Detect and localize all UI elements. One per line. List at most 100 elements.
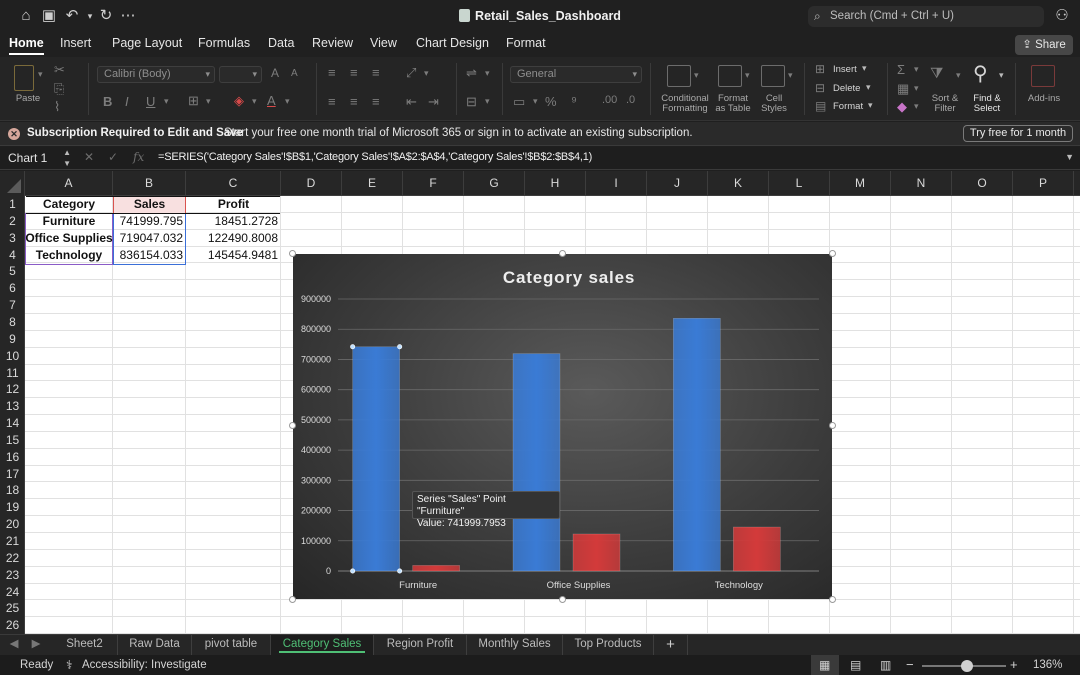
increase-decimal-icon[interactable]: .00	[602, 94, 617, 106]
resize-handle[interactable]	[289, 250, 296, 257]
profit-cell[interactable]: 122490.8008	[186, 230, 281, 247]
grow-font-icon[interactable]: A	[271, 66, 279, 80]
percent-style-icon[interactable]: %	[545, 94, 557, 109]
align-bottom-icon[interactable]: ≡	[372, 65, 380, 80]
row-header-17[interactable]: 17	[0, 466, 25, 483]
delete-dropdown-icon[interactable]: ▾	[866, 82, 871, 93]
row-header-5[interactable]: 5	[0, 263, 25, 280]
align-left-icon[interactable]: ≡	[328, 94, 336, 109]
autosum-icon[interactable]: Σ	[897, 62, 905, 77]
cut-icon[interactable]: ✂	[54, 62, 65, 78]
profit-cell[interactable]: 18451.2728	[186, 213, 281, 230]
profit-bar[interactable]	[572, 533, 621, 572]
find-select-dropdown-icon[interactable]: ▾	[999, 70, 1004, 81]
column-header-g[interactable]: G	[464, 171, 525, 196]
tab-data[interactable]: Data	[268, 36, 294, 50]
resize-handle[interactable]	[289, 596, 296, 603]
column-header-b[interactable]: B	[113, 171, 186, 196]
column-header-a[interactable]: A	[25, 171, 113, 196]
column-header-c[interactable]: C	[186, 171, 281, 196]
column-header-h[interactable]: H	[525, 171, 586, 196]
borders-icon[interactable]: ⊞	[188, 93, 199, 109]
row-header-10[interactable]: 10	[0, 348, 25, 365]
cancel-icon[interactable]: ✕	[84, 150, 94, 164]
sales-cell[interactable]: 836154.033	[113, 247, 186, 264]
orientation-icon[interactable]: ⤢	[406, 65, 416, 81]
align-middle-icon[interactable]: ≡	[350, 65, 358, 80]
underline-dropdown-icon[interactable]: ▾	[164, 96, 169, 107]
resize-handle[interactable]	[559, 250, 566, 257]
wrap-text-dropdown-icon[interactable]: ▾	[485, 68, 490, 79]
format-painter-icon[interactable]: ⌇	[54, 99, 60, 115]
sort-filter-dropdown-icon[interactable]: ▾	[956, 70, 961, 81]
fill-dropdown-icon[interactable]: ▾	[914, 83, 919, 94]
merge-dropdown-icon[interactable]: ▾	[485, 96, 490, 107]
tab-home[interactable]: Home	[9, 36, 44, 55]
next-sheet-icon[interactable]: ▶	[26, 635, 46, 655]
sales-cell[interactable]: 741999.795	[113, 213, 186, 230]
align-right-icon[interactable]: ≡	[372, 94, 380, 109]
insert-cells-button[interactable]: Insert	[833, 65, 857, 75]
row-header-26[interactable]: 26	[0, 617, 25, 634]
stepper-icon[interactable]: ▲ ▼	[63, 147, 71, 169]
row-header-1[interactable]: 1	[0, 196, 25, 213]
resize-handle[interactable]	[289, 422, 296, 429]
sales-bar[interactable]	[352, 346, 400, 572]
number-format-dropdown[interactable]: General ▾	[510, 66, 642, 83]
tab-page-layout[interactable]: Page Layout	[112, 36, 182, 50]
column-header-e[interactable]: E	[342, 171, 403, 196]
sheet-tab-category-sales[interactable]: Category Sales	[271, 635, 374, 655]
tab-formulas[interactable]: Formulas	[198, 36, 250, 50]
row-header-4[interactable]: 4	[0, 247, 25, 264]
copy-icon[interactable]: ⎘	[54, 81, 64, 97]
account-icon[interactable]: ⚇	[1054, 8, 1070, 24]
formula-input[interactable]: =SERIES('Category Sales'!$B$1,'Category …	[158, 151, 592, 163]
row-header-2[interactable]: 2	[0, 213, 25, 230]
font-size-dropdown[interactable]: ▾	[219, 66, 262, 83]
clear-dropdown-icon[interactable]: ▾	[914, 101, 919, 112]
paste-icon[interactable]	[14, 65, 34, 91]
sheet-tab-region-profit[interactable]: Region Profit	[374, 635, 467, 655]
category-sales-chart[interactable]: Category sales 0 100000 200000 300000 400000 5…	[293, 254, 832, 599]
close-circle-icon[interactable]: ✕	[8, 128, 20, 140]
format-dropdown-icon[interactable]: ▾	[868, 100, 873, 111]
insert-cells-icon[interactable]: ⊞	[815, 62, 825, 76]
category-cell[interactable]: Furniture	[25, 213, 113, 230]
cell-styles-icon[interactable]	[761, 65, 785, 87]
italic-button[interactable]: I	[125, 94, 129, 109]
header-cell[interactable]: Category	[25, 196, 113, 213]
sheet-tab-sheet2[interactable]: Sheet2	[52, 635, 118, 655]
sales-cell[interactable]: 719047.032	[113, 230, 186, 247]
enter-icon[interactable]: ✓	[108, 150, 118, 164]
tab-view[interactable]: View	[370, 36, 397, 50]
search-box[interactable]: ⌕ Search (Cmd + Ctrl + U)	[808, 6, 1044, 27]
sales-bar[interactable]	[512, 353, 561, 572]
fill-icon[interactable]: ▦	[897, 81, 909, 97]
column-header-k[interactable]: K	[708, 171, 769, 196]
row-header-12[interactable]: 12	[0, 381, 25, 398]
zoom-slider-thumb[interactable]	[961, 660, 973, 672]
row-header-3[interactable]: 3	[0, 230, 25, 247]
format-as-table-dropdown-icon[interactable]: ▾	[745, 70, 750, 81]
page-break-view-icon[interactable]: ▥	[880, 658, 891, 672]
row-header-14[interactable]: 14	[0, 415, 25, 432]
row-header-24[interactable]: 24	[0, 584, 25, 601]
row-header-6[interactable]: 6	[0, 280, 25, 297]
find-select-icon[interactable]: ⚲	[973, 61, 988, 86]
expand-formula-icon[interactable]: ▼	[1065, 152, 1074, 162]
row-header-9[interactable]: 9	[0, 331, 25, 348]
row-header-7[interactable]: 7	[0, 297, 25, 314]
borders-dropdown-icon[interactable]: ▾	[206, 96, 211, 107]
header-cell[interactable]: Sales	[113, 196, 186, 213]
wrap-text-icon[interactable]: ⇌	[466, 65, 477, 81]
fill-color-dropdown-icon[interactable]: ▾	[252, 96, 257, 107]
add-sheet-button[interactable]: +	[654, 635, 688, 655]
delete-cells-button[interactable]: Delete	[833, 84, 860, 94]
resize-handle[interactable]	[829, 250, 836, 257]
format-cells-icon[interactable]: ▤	[815, 99, 826, 113]
align-top-icon[interactable]: ≡	[328, 65, 336, 80]
decrease-decimal-icon[interactable]: .0	[626, 94, 635, 106]
column-header-d[interactable]: D	[281, 171, 342, 196]
column-header-o[interactable]: O	[952, 171, 1013, 196]
column-header-p[interactable]: P	[1013, 171, 1074, 196]
